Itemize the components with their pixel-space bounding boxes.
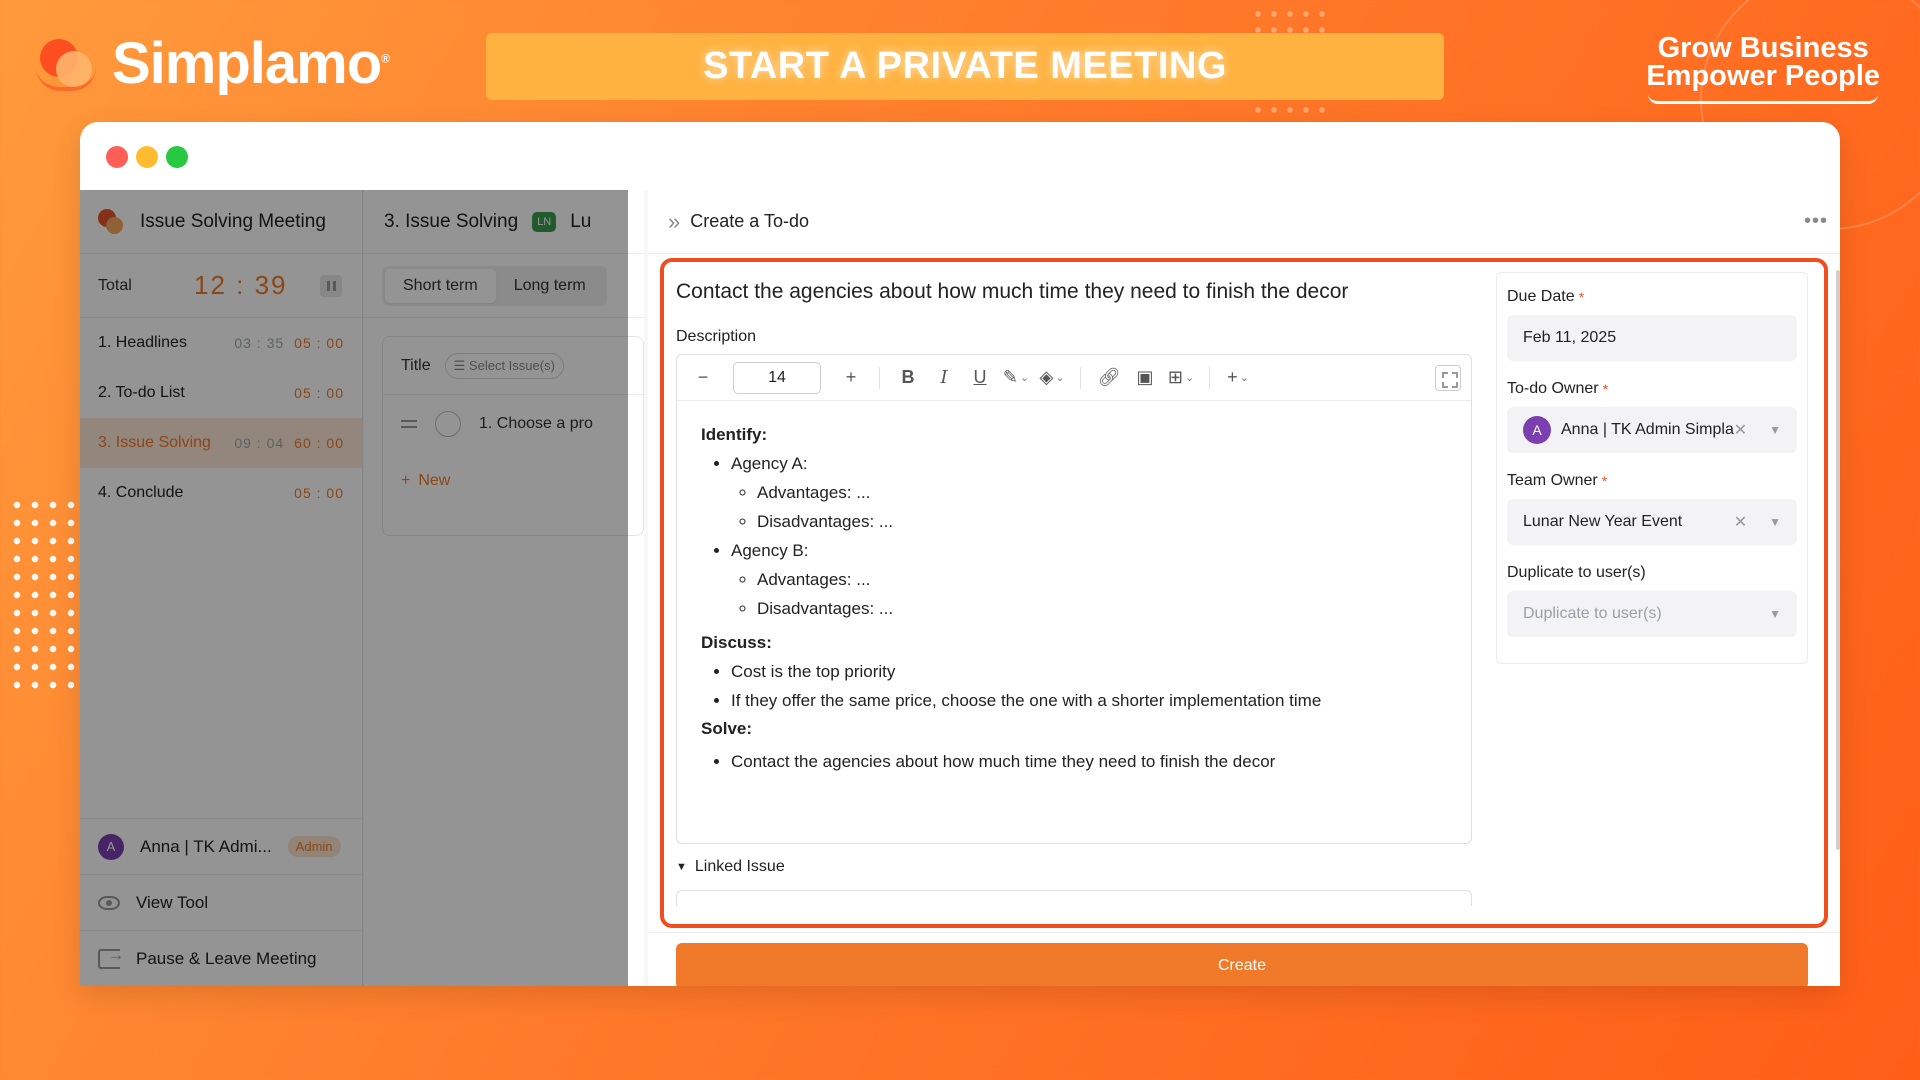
caret-down-icon: ▼ (676, 861, 687, 873)
underline-icon[interactable]: U (964, 362, 996, 394)
collapse-drawer-icon[interactable]: » (668, 209, 681, 235)
drawer-footer: Create (648, 932, 1840, 986)
list-item: Agency A: Advantages: ... Disadvantages:… (731, 449, 1447, 536)
toolbar-divider (1080, 366, 1081, 389)
tagline-line-2: Empower People (1646, 60, 1880, 92)
editor-content[interactable]: Identify: Agency A: Advantages: ... Disa… (677, 401, 1471, 796)
discuss-heading: Discuss: (701, 633, 772, 652)
todo-form-main: Contact the agencies about how much time… (676, 254, 1472, 844)
create-button[interactable]: Create (676, 943, 1808, 986)
chevron-down-icon[interactable]: ▼ (1769, 423, 1781, 437)
fullscreen-icon[interactable] (1435, 364, 1461, 391)
duplicate-label: Duplicate to user(s) (1507, 564, 1646, 581)
logo-mark-icon (36, 33, 98, 95)
drawer-scrollbar[interactable] (1836, 270, 1840, 850)
background-dots (8, 496, 80, 692)
more-options-icon[interactable]: ••• (1804, 210, 1828, 233)
insert-more-icon[interactable]: + ⌄ (1222, 362, 1254, 394)
todo-owner-select[interactable]: A Anna | TK Admin Simpla ✕ ▼ (1507, 407, 1797, 453)
team-owner-label: Team Owner * (1507, 472, 1608, 489)
linked-issue-toggle[interactable]: ▼ Linked Issue (676, 858, 785, 876)
drawer-title: Create a To-do (690, 211, 809, 231)
increase-font-button[interactable]: + (835, 362, 867, 394)
clear-icon[interactable]: ✕ (1734, 512, 1747, 532)
identify-heading: Identify: (701, 425, 768, 444)
chevron-down-icon[interactable]: ▼ (1769, 515, 1781, 529)
tagline: Grow Business Empower People (1646, 34, 1880, 104)
close-window-button[interactable] (106, 146, 128, 168)
todo-owner-label: To-do Owner * (1507, 380, 1609, 397)
app-window: Issue Solving Meeting Total 12 : 39 1. H… (80, 122, 1840, 986)
bold-icon[interactable]: B (892, 362, 924, 394)
brand-name: Simplamo® (112, 31, 390, 96)
due-date-value: Feb 11, 2025 (1523, 329, 1617, 346)
promo-banner: START A PRIVATE MEETING (486, 33, 1444, 100)
maximize-window-button[interactable] (166, 146, 188, 168)
table-icon[interactable]: ⊞ ⌄ (1165, 362, 1197, 394)
description-label: Description (676, 328, 757, 345)
team-owner-select[interactable]: Lunar New Year Event ✕ ▼ (1507, 499, 1797, 545)
toolbar-divider (879, 366, 880, 389)
window-controls (106, 146, 188, 168)
insert-file-icon[interactable]: ▣ (1129, 362, 1161, 394)
italic-icon[interactable]: I (928, 362, 960, 394)
list-item: If they offer the same price, choose the… (731, 686, 1447, 715)
editor-toolbar: − 14 + B I U ✎ ⌄ ◈ ⌄ 🔗︎ ▣ ⊞ ⌄ + ⌄ (677, 355, 1471, 401)
clear-icon[interactable]: ✕ (1734, 420, 1747, 440)
list-item: Cost is the top priority (731, 657, 1447, 686)
solve-list: Contact the agencies about how much time… (731, 747, 1447, 776)
list-item: Agency B: Advantages: ... Disadvantages:… (731, 536, 1447, 623)
link-icon[interactable]: 🔗︎ (1093, 362, 1125, 394)
identify-list: Agency A: Advantages: ... Disadvantages:… (731, 449, 1447, 623)
linked-issue-box[interactable] (676, 890, 1472, 906)
decrease-font-button[interactable]: − (687, 362, 719, 394)
modal-overlay[interactable] (80, 190, 628, 986)
due-date-label: Due Date * (1507, 288, 1585, 305)
discuss-list: Cost is the top priority If they offer t… (731, 657, 1447, 715)
tagline-line-1: Grow Business (1657, 32, 1869, 64)
due-date-field[interactable]: Feb 11, 2025 (1507, 315, 1797, 361)
brand-logo: Simplamo® (36, 30, 390, 97)
description-editor: − 14 + B I U ✎ ⌄ ◈ ⌄ 🔗︎ ▣ ⊞ ⌄ + ⌄ Identi… (676, 354, 1472, 844)
drawer-header: » Create a To-do ••• (648, 190, 1840, 254)
list-item: Disadvantages: ... (757, 507, 1447, 536)
duplicate-users-select[interactable]: Duplicate to user(s) ▼ (1507, 591, 1797, 637)
duplicate-placeholder: Duplicate to user(s) (1523, 605, 1662, 622)
linked-issue-label: Linked Issue (694, 858, 785, 875)
list-item: Contact the agencies about how much time… (731, 747, 1447, 776)
chevron-down-icon[interactable]: ▼ (1769, 607, 1781, 621)
todo-form-side: Due Date * Feb 11, 2025 To-do Owner * A An… (1496, 272, 1808, 664)
todo-title-input[interactable]: Contact the agencies about how much time… (676, 280, 1472, 304)
font-size-input[interactable]: 14 (733, 361, 821, 394)
avatar: A (1523, 416, 1551, 444)
list-item: Disadvantages: ... (757, 594, 1447, 623)
todo-owner-value: Anna | TK Admin Simpla (1561, 421, 1734, 438)
highlight-icon[interactable]: ✎ ⌄ (1000, 362, 1032, 394)
fill-color-icon[interactable]: ◈ ⌄ (1036, 362, 1068, 394)
app-body: Issue Solving Meeting Total 12 : 39 1. H… (80, 190, 1840, 986)
create-todo-drawer: » Create a To-do ••• Contact the agencie… (648, 190, 1840, 986)
list-item: Advantages: ... (757, 478, 1447, 507)
solve-heading: Solve: (701, 719, 753, 738)
team-owner-value: Lunar New Year Event (1523, 513, 1683, 530)
minimize-window-button[interactable] (136, 146, 158, 168)
toolbar-divider (1209, 366, 1210, 389)
list-item: Advantages: ... (757, 565, 1447, 594)
tagline-swoosh (1648, 94, 1879, 104)
